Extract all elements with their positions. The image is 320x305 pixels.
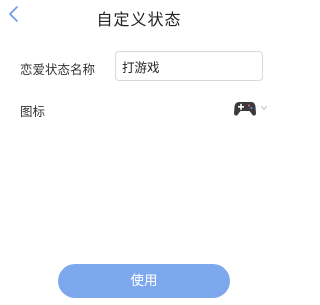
status-name-label: 恋爱状态名称 (20, 62, 96, 77)
top-bar: 自定义状态 (0, 0, 278, 34)
icon-label: 图标 (20, 104, 46, 119)
page-title: 自定义状态 (96, 10, 182, 29)
use-button[interactable]: 使用 (58, 264, 230, 298)
icon-picker[interactable] (234, 98, 276, 120)
status-name-input[interactable] (115, 51, 263, 81)
gamepad-icon (234, 102, 256, 116)
chevron-down-icon (260, 105, 268, 111)
